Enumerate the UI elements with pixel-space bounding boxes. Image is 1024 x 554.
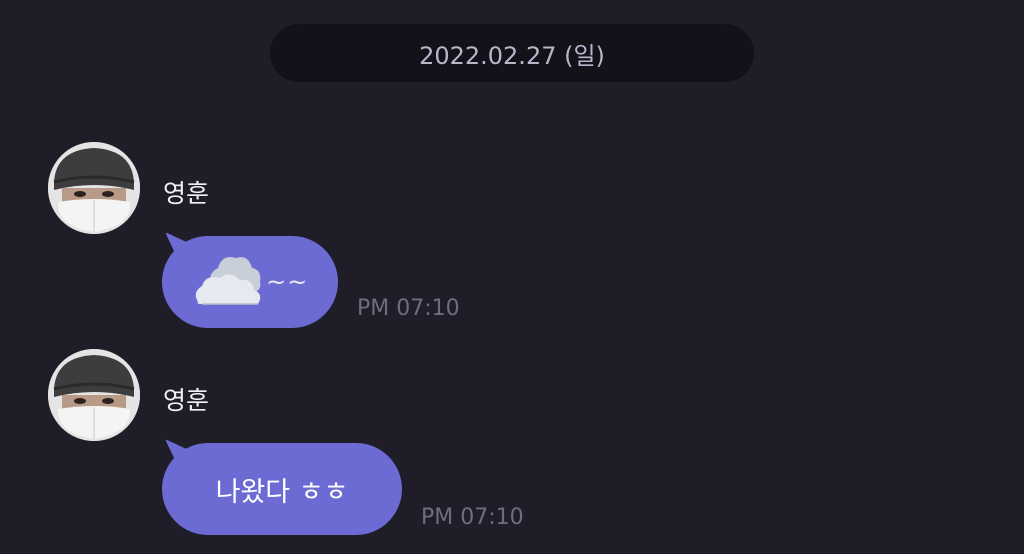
message-text: ~~: [266, 268, 309, 296]
message-time: PM 07:10: [357, 296, 460, 321]
message-bubble[interactable]: 나왔다 ㅎㅎ: [162, 439, 402, 535]
message-text: 나왔다 ㅎㅎ: [215, 476, 349, 508]
message-bubble[interactable]: ~~: [162, 232, 338, 328]
date-divider-label: 2022.02.27 (일): [419, 41, 605, 70]
sender-name: 영훈: [163, 386, 210, 415]
cloud-icon: [192, 248, 264, 317]
avatar[interactable]: [48, 142, 140, 234]
bubble-tail: [165, 439, 191, 461]
avatar[interactable]: [48, 349, 140, 441]
bubble-tail: [165, 232, 191, 254]
date-divider: 2022.02.27 (일): [270, 24, 754, 82]
sender-name: 영훈: [163, 179, 210, 208]
message-time: PM 07:10: [421, 505, 524, 530]
chat-screen: 2022.02.27 (일) 영훈 ~~ PM 07:10 영훈 나왔다 ㅎㅎ …: [0, 0, 1024, 554]
